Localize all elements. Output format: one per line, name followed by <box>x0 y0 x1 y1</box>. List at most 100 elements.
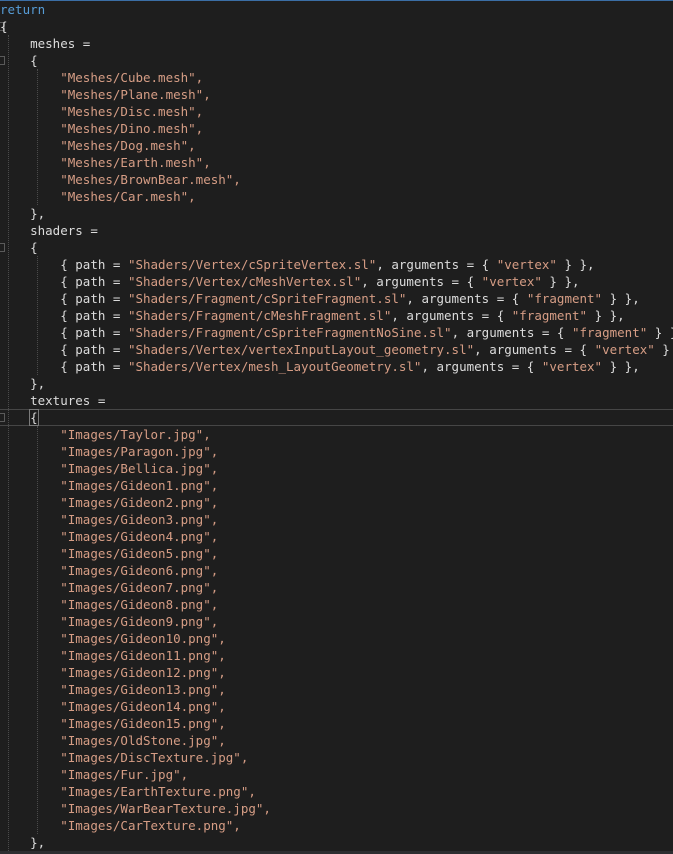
code-line-textures-open[interactable]: { <box>0 409 673 426</box>
code-line-shader[interactable]: { path = "Shaders/Vertex/mesh_LayoutGeom… <box>0 358 673 375</box>
code-line-open[interactable]: { <box>0 18 673 35</box>
shader-argument: "vertex" <box>594 342 655 357</box>
code-line-mesh[interactable]: "Meshes/Dog.mesh", <box>0 137 673 154</box>
code-editor[interactable]: return { meshes = { "Meshes/Cube.mesh", "… <box>0 0 673 854</box>
texture-path: "Images/CarTexture.png", <box>60 818 241 833</box>
shader-suffix: } }, <box>587 308 625 323</box>
code-line-texture[interactable]: "Images/Paragon.jpg", <box>0 443 673 460</box>
code-line-mesh[interactable]: "Meshes/Dino.mesh", <box>0 120 673 137</box>
code-line-texture[interactable]: "Images/Gideon1.png", <box>0 477 673 494</box>
code-line-texture[interactable]: "Images/Gideon12.png", <box>0 664 673 681</box>
code-line-shader[interactable]: { path = "Shaders/Fragment/cSpriteFragme… <box>0 290 673 307</box>
code-line-shader[interactable]: { path = "Shaders/Vertex/cSpriteVertex.s… <box>0 256 673 273</box>
code-line-texture[interactable]: "Images/Gideon4.png", <box>0 528 673 545</box>
code-line-mesh[interactable]: "Meshes/BrownBear.mesh", <box>0 171 673 188</box>
code-line-shaders-open[interactable]: { <box>0 239 673 256</box>
brace-open-highlighted: { <box>29 409 39 426</box>
brace-close: }, <box>30 835 46 850</box>
texture-path: "Images/Gideon3.png", <box>60 512 219 527</box>
texture-path: "Images/Gideon7.png", <box>60 580 219 595</box>
code-line-textures-key[interactable]: textures = <box>0 392 673 409</box>
shader-path-prefix: { path = <box>60 274 128 289</box>
code-line-texture[interactable]: "Images/Gideon14.png", <box>0 698 673 715</box>
code-line-texture[interactable]: "Images/CarTexture.png", <box>0 817 673 834</box>
code-line-texture[interactable]: "Images/WarBearTexture.jpg", <box>0 800 673 817</box>
code-line-texture[interactable]: "Images/Gideon5.png", <box>0 545 673 562</box>
code-line-texture[interactable]: "Images/Bellica.jpg", <box>0 460 673 477</box>
code-line-meshes-key[interactable]: meshes = <box>0 35 673 52</box>
code-line-texture[interactable]: "Images/DiscTexture.jpg", <box>0 749 673 766</box>
brace-open: { <box>30 240 38 255</box>
code-line-shader[interactable]: { path = "Shaders/Fragment/cMeshFragment… <box>0 307 673 324</box>
shaders-key: shaders = <box>30 223 98 238</box>
code-line-shaders-key[interactable]: shaders = <box>0 222 673 239</box>
keyword-return: return <box>0 2 46 17</box>
shader-suffix: } }, <box>556 257 595 272</box>
code-line-return[interactable]: return <box>0 1 673 18</box>
shader-path: "Shaders/Vertex/mesh_LayoutGeometry.sl" <box>127 359 422 374</box>
code-line-texture[interactable]: "Images/Gideon7.png", <box>0 579 673 596</box>
shader-path: "Shaders/Fragment/cSpriteFragmentNoSine.… <box>127 325 452 340</box>
code-line-mesh[interactable]: "Meshes/Disc.mesh", <box>0 103 673 120</box>
shader-arguments-prefix: , arguments = { <box>391 308 512 323</box>
brace-open: { <box>30 53 38 68</box>
code-line-mesh[interactable]: "Meshes/Cube.mesh", <box>0 69 673 86</box>
code-line-texture[interactable]: "Images/Gideon8.png", <box>0 596 673 613</box>
code-line-texture[interactable]: "Images/Gideon13.png", <box>0 681 673 698</box>
code-line-texture[interactable]: "Images/Gideon9.png", <box>0 613 673 630</box>
code-line-shader[interactable]: { path = "Shaders/Fragment/cSpriteFragme… <box>0 324 673 341</box>
code-line-mesh[interactable]: "Meshes/Plane.mesh", <box>0 86 673 103</box>
texture-path: "Images/DiscTexture.jpg", <box>60 750 249 765</box>
code-line-texture[interactable]: "Images/Gideon6.png", <box>0 562 673 579</box>
code-line-shader[interactable]: { path = "Shaders/Vertex/cMeshVertex.sl"… <box>0 273 673 290</box>
shader-path: "Shaders/Vertex/cSpriteVertex.sl" <box>127 257 377 272</box>
shader-path-prefix: { path = <box>60 308 128 323</box>
shader-path-prefix: { path = <box>60 342 128 357</box>
texture-path: "Images/Gideon12.png", <box>60 665 226 680</box>
shader-arguments-prefix: , arguments = { <box>421 359 542 374</box>
code-line-texture[interactable]: "Images/Taylor.jpg", <box>0 426 673 443</box>
brace-open: { <box>0 19 8 34</box>
code-line-texture[interactable]: "Images/Gideon15.png", <box>0 715 673 732</box>
code-line-meshes-open[interactable]: { <box>0 52 673 69</box>
shader-arguments-prefix: , arguments = { <box>451 325 572 340</box>
code-line-shaders-close[interactable]: }, <box>0 375 673 392</box>
texture-path: "Images/WarBearTexture.jpg", <box>60 801 271 816</box>
code-line-texture[interactable]: "Images/Fur.jpg", <box>0 766 673 783</box>
code-line-shader[interactable]: { path = "Shaders/Vertex/vertexInputLayo… <box>0 341 673 358</box>
shader-argument: "vertex" <box>481 274 542 289</box>
code-line-texture[interactable]: "Images/Gideon2.png", <box>0 494 673 511</box>
code-line-textures-close[interactable]: }, <box>0 834 673 851</box>
code-line-mesh[interactable]: "Meshes/Earth.mesh", <box>0 154 673 171</box>
texture-path: "Images/Gideon5.png", <box>60 546 219 561</box>
shader-path-prefix: { path = <box>60 359 128 374</box>
texture-path: "Images/Gideon15.png", <box>60 716 226 731</box>
code-line-texture[interactable]: "Images/Gideon10.png", <box>0 630 673 647</box>
texture-path: "Images/Paragon.jpg", <box>60 444 219 459</box>
code-line-mesh[interactable]: "Meshes/Car.mesh", <box>0 188 673 205</box>
code-line-texture[interactable]: "Images/OldStone.jpg", <box>0 732 673 749</box>
shader-path-prefix: { path = <box>60 325 128 340</box>
shader-path-prefix: { path = <box>60 291 128 306</box>
code-line-meshes-close[interactable]: }, <box>0 205 673 222</box>
code-line-texture[interactable]: "Images/Gideon3.png", <box>0 511 673 528</box>
code-line-texture[interactable]: "Images/Gideon11.png", <box>0 647 673 664</box>
code-line-texture[interactable]: "Images/EarthTexture.png", <box>0 783 673 800</box>
texture-path: "Images/Gideon13.png", <box>60 682 226 697</box>
